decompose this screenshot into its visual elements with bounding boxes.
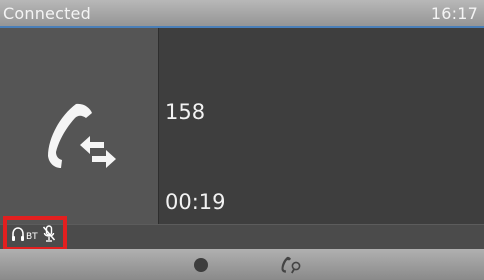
call-info-panel: 158 00:19 [158, 28, 484, 224]
status-title: Connected [3, 3, 91, 23]
call-screen: Connected 16:17 158 00:19 BT [0, 0, 484, 280]
mic-muted-icon [42, 224, 55, 242]
call-icon-panel [0, 28, 158, 224]
caller-number: 158 [165, 100, 206, 124]
headset-icon [12, 226, 24, 241]
handset-transfer-icon [48, 103, 116, 168]
status-time: 16:17 [430, 3, 478, 23]
handset-search-icon[interactable] [279, 254, 305, 276]
call-duration: 00:19 [165, 190, 226, 214]
status-bar: Connected 16:17 [0, 0, 484, 28]
home-dot-icon[interactable] [194, 258, 208, 272]
indicator-bar [0, 224, 484, 249]
audio-indicators: BT [3, 216, 67, 251]
bottom-bar [0, 249, 484, 280]
bluetooth-label: BT [26, 231, 38, 242]
